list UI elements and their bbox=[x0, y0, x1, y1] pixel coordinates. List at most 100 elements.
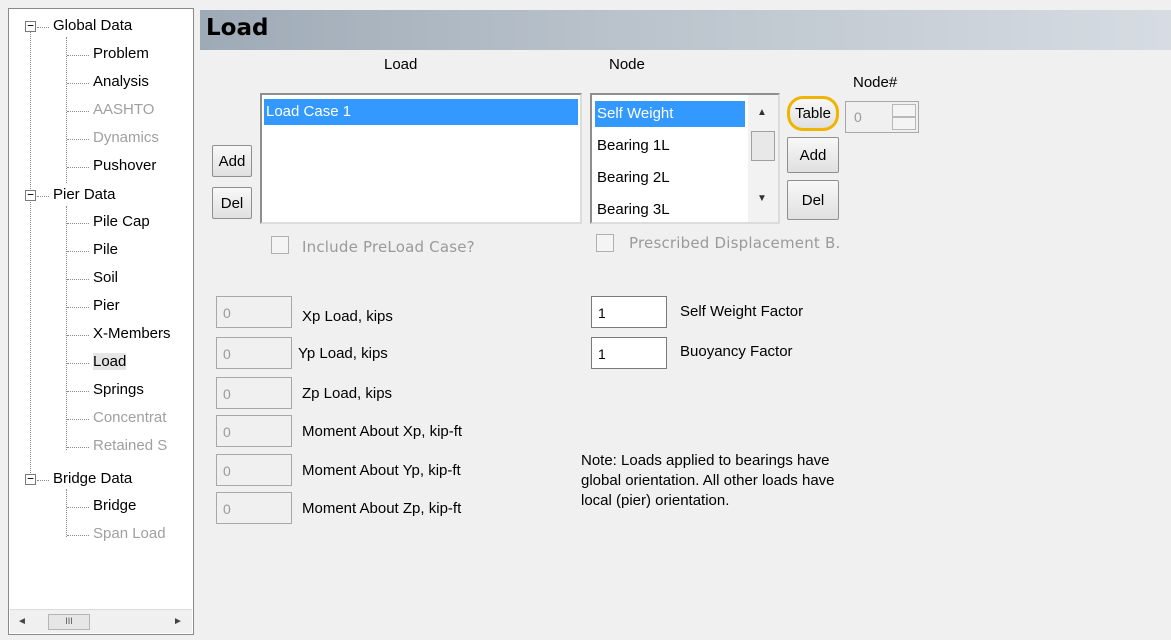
list-item[interactable]: Bearing 1L bbox=[595, 133, 670, 159]
tree-item-span-load[interactable]: Span Load bbox=[93, 524, 166, 546]
spin-down-button[interactable] bbox=[892, 117, 916, 130]
tree-item-pile[interactable]: Pile bbox=[93, 240, 118, 262]
tree-item-label: Bridge bbox=[93, 497, 137, 514]
spin-up-button[interactable] bbox=[892, 104, 916, 117]
xp-load-field[interactable]: 0 bbox=[216, 296, 292, 328]
add-node-button[interactable]: Add bbox=[787, 137, 839, 173]
collapse-icon[interactable]: − bbox=[25, 20, 36, 32]
tree-item-label: Global Data bbox=[53, 17, 133, 34]
tree-item-label: AASHTO bbox=[93, 101, 155, 118]
moment-xp-label: Moment About Xp, kip-ft bbox=[302, 423, 463, 440]
tree-item-label: Span Load bbox=[93, 525, 166, 542]
tree-item-global-data[interactable]: Global Data bbox=[53, 16, 132, 38]
node-list-scrollbar[interactable]: ▲ ▼ bbox=[748, 95, 778, 222]
tree-line bbox=[67, 419, 89, 420]
tree-item-bridge-data[interactable]: Bridge Data bbox=[53, 469, 132, 491]
note-line: Note: Loads applied to bearings have bbox=[581, 452, 830, 469]
page-title: Load bbox=[206, 15, 269, 41]
include-preload-checkbox[interactable] bbox=[271, 236, 289, 254]
tree-item-dynamics[interactable]: Dynamics bbox=[93, 128, 159, 150]
node-number-label: Node# bbox=[853, 74, 898, 91]
tree-item-problem[interactable]: Problem bbox=[93, 44, 149, 66]
list-item[interactable]: Bearing 2L bbox=[595, 165, 670, 191]
tree-item-retained[interactable]: Retained S bbox=[93, 436, 167, 458]
tree-line bbox=[67, 251, 89, 252]
collapse-icon[interactable]: − bbox=[25, 473, 36, 485]
node-column-label: Node bbox=[609, 56, 645, 73]
tree-item-label: Load bbox=[93, 353, 127, 370]
tree-line bbox=[67, 507, 89, 508]
orientation-note: Note: Loads applied to bearings have glo… bbox=[581, 451, 835, 511]
prescribed-displacement-checkbox[interactable] bbox=[596, 234, 614, 252]
load-case-list[interactable]: Load Case 1 bbox=[260, 93, 582, 224]
list-item[interactable]: Self Weight bbox=[595, 101, 745, 127]
moment-zp-field[interactable]: 0 bbox=[216, 492, 292, 524]
tree-line bbox=[67, 55, 89, 56]
tree-item-springs[interactable]: Springs bbox=[93, 380, 144, 402]
table-button[interactable]: Table bbox=[787, 96, 839, 131]
tree-line bbox=[67, 307, 89, 308]
tree-item-label: Problem bbox=[93, 45, 149, 62]
tree-item-pushover[interactable]: Pushover bbox=[93, 156, 156, 178]
tree-item-label: Pile bbox=[93, 241, 119, 258]
tree-line bbox=[30, 27, 31, 485]
tree-item-soil[interactable]: Soil bbox=[93, 268, 118, 290]
yp-load-field[interactable]: 0 bbox=[216, 337, 292, 369]
tree-line bbox=[37, 480, 49, 481]
tree-line bbox=[37, 27, 49, 28]
tree-item-analysis[interactable]: Analysis bbox=[93, 72, 149, 94]
tree-item-label: Bridge Data bbox=[53, 470, 133, 487]
scroll-thumb[interactable] bbox=[751, 131, 775, 161]
tree-line bbox=[67, 447, 89, 448]
scroll-down-icon[interactable]: ▼ bbox=[757, 193, 767, 204]
self-weight-factor-field[interactable]: 1 bbox=[591, 296, 667, 328]
tree-item-label: Springs bbox=[93, 381, 144, 398]
moment-yp-field[interactable]: 0 bbox=[216, 454, 292, 486]
tree-line bbox=[67, 279, 89, 280]
node-number-value: 0 bbox=[854, 109, 862, 125]
tree-item-pier-data[interactable]: Pier Data bbox=[53, 185, 116, 207]
add-load-button[interactable]: Add bbox=[212, 145, 252, 177]
tree-line bbox=[37, 196, 49, 197]
tree-item-load[interactable]: Load bbox=[93, 352, 127, 374]
delete-node-button[interactable]: Del bbox=[787, 180, 839, 220]
tree-line bbox=[67, 111, 89, 112]
scroll-left-icon[interactable]: ◄ bbox=[14, 614, 30, 630]
tree-item-concentrated[interactable]: Concentrat bbox=[93, 408, 166, 430]
scroll-right-icon[interactable]: ► bbox=[170, 614, 186, 630]
horizontal-scrollbar[interactable]: ◄ III ► bbox=[10, 609, 192, 633]
tree-line bbox=[67, 391, 89, 392]
include-preload-label: Include PreLoad Case? bbox=[302, 238, 475, 256]
tree-item-pile-cap[interactable]: Pile Cap bbox=[93, 212, 150, 234]
tree-item-aashto[interactable]: AASHTO bbox=[93, 100, 154, 122]
tree-item-bridge[interactable]: Bridge bbox=[93, 496, 136, 518]
tree-line bbox=[67, 167, 89, 168]
tree-line bbox=[67, 363, 89, 364]
note-line: local (pier) orientation. bbox=[581, 492, 730, 509]
scroll-thumb[interactable]: III bbox=[48, 614, 90, 630]
node-list[interactable]: Self Weight Bearing 1L Bearing 2L Bearin… bbox=[590, 93, 780, 224]
zp-load-field[interactable]: 0 bbox=[216, 377, 292, 409]
page-header: Load bbox=[200, 10, 1171, 50]
tree-item-pier[interactable]: Pier bbox=[93, 296, 120, 318]
tree-item-x-members[interactable]: X-Members bbox=[93, 324, 171, 346]
tree-view[interactable]: − Global Data Problem Analysis AASHTO Dy… bbox=[8, 8, 194, 635]
tree-item-label: Pier bbox=[93, 297, 120, 314]
tree-line bbox=[66, 206, 67, 450]
buoyancy-factor-label: Buoyancy Factor bbox=[680, 343, 793, 360]
list-item[interactable]: Load Case 1 bbox=[264, 99, 578, 125]
collapse-icon[interactable]: − bbox=[25, 189, 36, 201]
moment-xp-field[interactable]: 0 bbox=[216, 415, 292, 447]
delete-load-button[interactable]: Del bbox=[212, 187, 252, 219]
tree-line bbox=[67, 139, 89, 140]
tree-item-label: Pier Data bbox=[53, 186, 116, 203]
zp-load-label: Zp Load, kips bbox=[302, 385, 393, 402]
scroll-up-icon[interactable]: ▲ bbox=[757, 107, 767, 118]
tree-item-label: X-Members bbox=[93, 325, 171, 342]
buoyancy-factor-field[interactable]: 1 bbox=[591, 337, 667, 369]
tree-line bbox=[67, 335, 89, 336]
prescribed-displacement-label: Prescribed Displacement B. bbox=[629, 234, 841, 252]
node-number-spinner[interactable]: 0 bbox=[845, 101, 919, 133]
tree-line bbox=[66, 37, 67, 183]
list-item[interactable]: Bearing 3L bbox=[595, 197, 670, 222]
